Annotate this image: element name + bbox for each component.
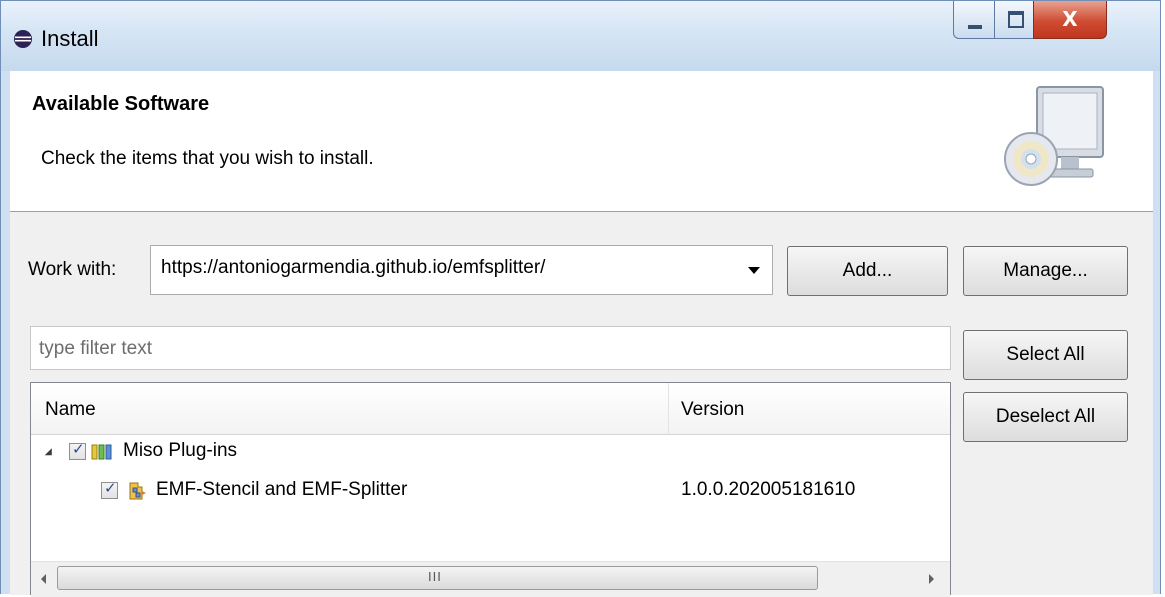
checkmark-icon: ✓ xyxy=(104,479,117,497)
tree-row-category[interactable]: ✓ Miso Plug-ins xyxy=(31,437,950,473)
column-version-label: Version xyxy=(681,399,745,420)
scroll-left-icon[interactable] xyxy=(41,574,46,584)
chevron-down-icon[interactable] xyxy=(748,267,760,274)
manage-button[interactable]: Manage... xyxy=(963,246,1128,296)
column-name-label: Name xyxy=(45,399,96,420)
close-icon: X xyxy=(1062,7,1078,31)
tree-row-feature[interactable]: ✓ EMF-Stencil and EMF-Splitter 1.0.0.202… xyxy=(31,476,950,512)
title-bar[interactable]: Install X xyxy=(1,1,1160,71)
deselect-all-button[interactable]: Deselect All xyxy=(963,392,1128,442)
column-header-version[interactable]: Version xyxy=(669,383,950,434)
minimize-button[interactable] xyxy=(953,1,995,39)
work-with-label: Work with: xyxy=(28,259,117,280)
maximize-icon xyxy=(1008,11,1024,28)
column-header-name[interactable]: Name xyxy=(31,383,669,434)
horizontal-scrollbar[interactable]: III xyxy=(31,561,950,597)
scrollbar-grip: III xyxy=(428,569,442,584)
minimize-icon xyxy=(968,25,982,29)
eclipse-icon xyxy=(14,30,32,48)
scrollbar-thumb[interactable]: III xyxy=(57,566,818,590)
category-label: Miso Plug-ins xyxy=(123,440,238,461)
filter-placeholder: type filter text xyxy=(39,338,152,359)
install-dialog: Install X Available Software Check the i… xyxy=(0,0,1161,597)
scroll-right-icon[interactable] xyxy=(929,574,934,584)
expand-arrow-icon[interactable] xyxy=(44,448,56,459)
software-tree: Name Version ✓ Miso Plug-ins ✓ EMF-Stenc… xyxy=(30,382,951,597)
feature-version: 1.0.0.202005181610 xyxy=(681,479,856,500)
checkmark-icon: ✓ xyxy=(72,440,85,458)
feature-label: EMF-Stencil and EMF-Splitter xyxy=(156,479,408,500)
page-title: Available Software xyxy=(32,93,210,115)
tree-header: Name Version xyxy=(31,383,950,435)
install-graphic-icon xyxy=(1004,86,1104,186)
dialog-body: Work with: https://antoniogarmendia.gith… xyxy=(10,212,1153,597)
feature-plugin-icon xyxy=(129,482,146,500)
work-with-value: https://antoniogarmendia.github.io/emfsp… xyxy=(161,257,546,278)
select-all-button[interactable]: Select All xyxy=(963,330,1128,380)
category-icon xyxy=(91,444,112,460)
work-with-combo[interactable]: https://antoniogarmendia.github.io/emfsp… xyxy=(150,245,773,295)
add-button[interactable]: Add... xyxy=(787,246,948,296)
window-title: Install xyxy=(41,26,99,51)
header-banner: Available Software Check the items that … xyxy=(10,71,1153,212)
maximize-button[interactable] xyxy=(994,1,1034,39)
filter-input[interactable]: type filter text xyxy=(30,326,951,370)
close-button[interactable]: X xyxy=(1033,1,1107,39)
page-description: Check the items that you wish to install… xyxy=(41,148,374,169)
category-checkbox[interactable]: ✓ xyxy=(69,440,86,460)
feature-checkbox[interactable]: ✓ xyxy=(101,479,118,499)
